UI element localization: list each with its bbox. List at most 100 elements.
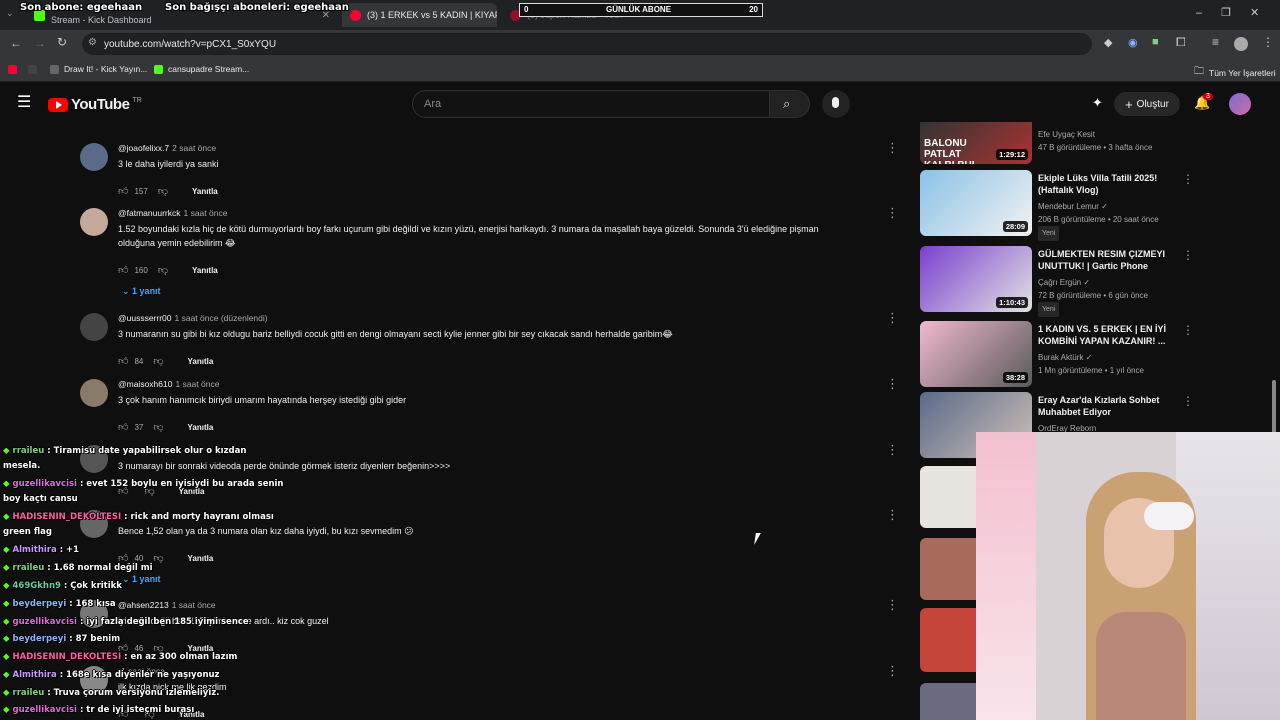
video-thumbnail[interactable]: 38:28	[920, 321, 1032, 387]
channel-name[interactable]: Mendebur Lemur ✓	[1038, 200, 1159, 213]
comment-menu-icon[interactable]: ⋮	[886, 664, 899, 677]
video-title[interactable]: Eray Azar'da Kızlarla Sohbet Muhabbet Ed…	[1038, 394, 1172, 418]
video-thumbnail[interactable]	[920, 608, 976, 672]
voice-search-button[interactable]	[822, 90, 850, 118]
bookmark-cansupadre[interactable]: cansupadre Stream...	[154, 64, 249, 74]
chat-username[interactable]: rraileu	[13, 446, 45, 456]
comment-author[interactable]: @maisoxh610	[118, 379, 172, 389]
comment-time[interactable]: 1 saat önce	[183, 208, 227, 218]
back-icon[interactable]: ←	[10, 36, 22, 50]
premium-icon[interactable]: ✦	[1092, 95, 1103, 111]
reload-icon[interactable]: ↻	[57, 35, 67, 49]
recommended-video[interactable]: 1:10:43 GÜLMEKTEN RESIM ÇIZMEYI UNUTTUK!…	[920, 246, 1194, 317]
commenter-avatar[interactable]	[80, 379, 108, 407]
chat-username[interactable]: Almithira	[13, 545, 57, 555]
video-title[interactable]: 1 KADIN VS. 5 ERKEK | EN İYİ KOMBİNİ YAP…	[1038, 323, 1172, 347]
video-thumbnail[interactable]: 28:09	[920, 170, 1032, 236]
commenter-avatar[interactable]	[80, 313, 108, 341]
dislike-icon[interactable]: 👎︎	[153, 552, 163, 564]
comment-menu-icon[interactable]: ⋮	[886, 206, 899, 219]
reply-button[interactable]: Yanıtla	[188, 554, 214, 563]
show-replies-button[interactable]: ⌄ 1 yanıt	[122, 286, 161, 297]
channel-name[interactable]: Çağrı Ergün ✓	[1038, 276, 1148, 289]
video-thumbnail[interactable]	[920, 466, 976, 528]
dislike-icon[interactable]: 👎︎	[158, 185, 168, 197]
all-bookmarks[interactable]: 🗀 Tüm Yer İşaretleri	[1194, 64, 1276, 81]
hamburger-menu-icon[interactable]: ☰	[17, 95, 31, 111]
like-icon[interactable]: 👍︎	[118, 185, 128, 197]
comment-author[interactable]: @fatmanuurrkck	[118, 208, 180, 218]
video-thumbnail[interactable]	[920, 538, 976, 600]
dislike-icon[interactable]: 👎︎	[153, 355, 163, 367]
youtube-logo[interactable]: YouTube TR	[48, 96, 142, 113]
create-button[interactable]: + Oluştur	[1114, 92, 1180, 116]
commenter-avatar[interactable]	[80, 208, 108, 236]
comment-author[interactable]: @uussserrr00	[118, 313, 172, 323]
video-thumbnail[interactable]: 1:10:43	[920, 246, 1032, 312]
comment-author[interactable]: @joaofelixx.7	[118, 143, 169, 153]
chat-username[interactable]: 469Gkhn9	[13, 581, 61, 591]
youtube-bookmark-icon[interactable]	[8, 65, 17, 74]
comment-menu-icon[interactable]: ⋮	[886, 598, 899, 611]
recommended-video[interactable]: 28:09 Ekiple Lüks Villa Tatili 2025! (Ha…	[920, 170, 1194, 241]
comment-menu-icon[interactable]: ⋮	[886, 508, 899, 521]
forward-icon[interactable]: →	[34, 36, 46, 50]
comment-menu-icon[interactable]: ⋮	[886, 311, 899, 324]
video-menu-icon[interactable]: ⋮	[1182, 248, 1194, 262]
dislike-icon[interactable]: 👎︎	[158, 264, 168, 276]
chat-username[interactable]: guzellikavcisi	[13, 617, 77, 627]
tab-youtube-video[interactable]: (3) 1 ERKEK vs 5 KADIN | KIYAFE ✕	[342, 3, 497, 27]
comment-menu-icon[interactable]: ⋮	[886, 443, 899, 456]
video-menu-icon[interactable]: ⋮	[1182, 394, 1194, 408]
reply-button[interactable]: Yanıtla	[192, 187, 218, 196]
channel-name[interactable]: Efe Uygaç Kesit	[1038, 128, 1152, 141]
reply-button[interactable]: Yanıtla	[188, 423, 214, 432]
video-menu-icon[interactable]: ⋮	[1182, 172, 1194, 186]
comment-time[interactable]: 1 saat önce	[175, 379, 219, 389]
dislike-icon[interactable]: 👎︎	[153, 421, 163, 433]
channel-name[interactable]: Burak Aktürk ✓	[1038, 351, 1144, 364]
chat-username[interactable]: HADISENIN_DEKOLTESI	[13, 512, 122, 522]
video-title[interactable]: GÜLMEKTEN RESIM ÇIZMEYI UNUTTUK! | Garti…	[1038, 248, 1172, 272]
search-button[interactable]: ⌕	[770, 90, 810, 118]
comment-time[interactable]: 2 saat önce	[172, 143, 216, 153]
show-replies-button[interactable]: ⌄ 1 yanıt	[122, 574, 161, 585]
chat-username[interactable]: guzellikavcisi	[13, 479, 77, 489]
chat-username[interactable]: beyderpeyi	[13, 599, 67, 609]
chat-username[interactable]: HADISENIN_DEKOLTESI	[13, 652, 122, 662]
comment-time[interactable]: 1 saat önce	[172, 600, 216, 610]
chat-username[interactable]: guzellikavcisi	[13, 705, 77, 715]
chat-username[interactable]: Almithira	[13, 670, 57, 680]
video-title[interactable]: Ekiple Lüks Villa Tatili 2025! (Haftalık…	[1038, 172, 1172, 196]
extension-icon[interactable]: ■	[1152, 36, 1159, 48]
like-icon[interactable]: 👍︎	[118, 264, 128, 276]
commenter-avatar[interactable]	[80, 143, 108, 171]
recommended-video[interactable]: 38:28 1 KADIN VS. 5 ERKEK | EN İYİ KOMBİ…	[920, 321, 1194, 391]
menu-kebab-icon[interactable]: ⋮	[1262, 35, 1274, 49]
chat-username[interactable]: rraileu	[13, 563, 45, 573]
like-icon[interactable]: 👍︎	[118, 421, 128, 433]
comment-author[interactable]: @ahsen2213	[118, 600, 169, 610]
scrollbar-thumb[interactable]	[1272, 380, 1276, 440]
extensions-puzzle-icon[interactable]: ⧠	[1176, 35, 1186, 50]
video-thumbnail[interactable]: BALONU PATLAT KALBI BUL 1:29:12	[920, 122, 1032, 164]
comment-menu-icon[interactable]: ⋮	[886, 377, 899, 390]
video-menu-icon[interactable]: ⋮	[1182, 323, 1194, 337]
video-thumbnail[interactable]	[920, 683, 976, 720]
chat-username[interactable]: beyderpeyi	[13, 634, 67, 644]
bookmark-icon[interactable]	[28, 65, 37, 74]
url-field[interactable]: ⚙ youtube.com/watch?v=pCX1_S0xYQU	[82, 33, 1092, 55]
search-input[interactable]: Ara	[412, 90, 770, 118]
tab-search-icon[interactable]: ⌄	[6, 8, 14, 19]
extension-icon[interactable]: ◉	[1128, 36, 1138, 49]
bookmark-draw-it[interactable]: Draw It! - Kick Yayın...	[50, 64, 147, 74]
media-icon[interactable]: ≡	[1212, 35, 1219, 49]
profile-avatar[interactable]	[1234, 37, 1248, 51]
site-info-icon[interactable]: ⚙	[88, 37, 97, 48]
like-icon[interactable]: 👍︎	[118, 355, 128, 367]
account-avatar[interactable]	[1229, 93, 1251, 115]
comment-time[interactable]: 1 saat önce (düzenlendi)	[175, 313, 268, 323]
reply-button[interactable]: Yanıtla	[188, 357, 214, 366]
reply-button[interactable]: Yanıtla	[192, 266, 218, 275]
window-controls[interactable]: –❐✕	[1196, 6, 1278, 19]
